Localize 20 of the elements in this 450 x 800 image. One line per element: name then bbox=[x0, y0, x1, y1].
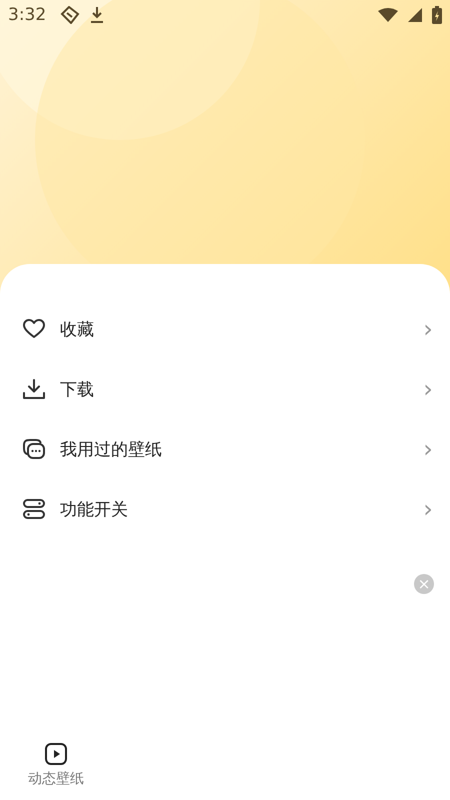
chevron-icon: › bbox=[420, 435, 436, 463]
menu-item[interactable]: 下载 › bbox=[0, 359, 450, 419]
menu-item[interactable]: 收藏 › bbox=[0, 299, 450, 359]
signal-icon bbox=[408, 8, 422, 22]
toggle-icon bbox=[22, 497, 46, 521]
wifi-icon bbox=[378, 8, 398, 22]
heart-icon bbox=[22, 317, 46, 341]
menu-item[interactable]: 功能开关 › bbox=[0, 479, 450, 539]
chevron-icon: › bbox=[420, 495, 436, 523]
chevron-icon: › bbox=[420, 375, 436, 403]
status-time: 3:32 bbox=[8, 5, 46, 25]
play-icon bbox=[44, 742, 68, 766]
download-icon bbox=[22, 377, 46, 401]
download-icon bbox=[90, 6, 104, 24]
battery-icon bbox=[432, 6, 442, 24]
menu-item[interactable]: 我用过的壁纸 › bbox=[0, 419, 450, 479]
ticket-icon bbox=[60, 6, 80, 24]
chevron-icon: › bbox=[420, 315, 436, 343]
nav-tab[interactable]: 动态壁纸 bbox=[14, 730, 98, 800]
chat-bubbles-icon bbox=[22, 437, 46, 461]
